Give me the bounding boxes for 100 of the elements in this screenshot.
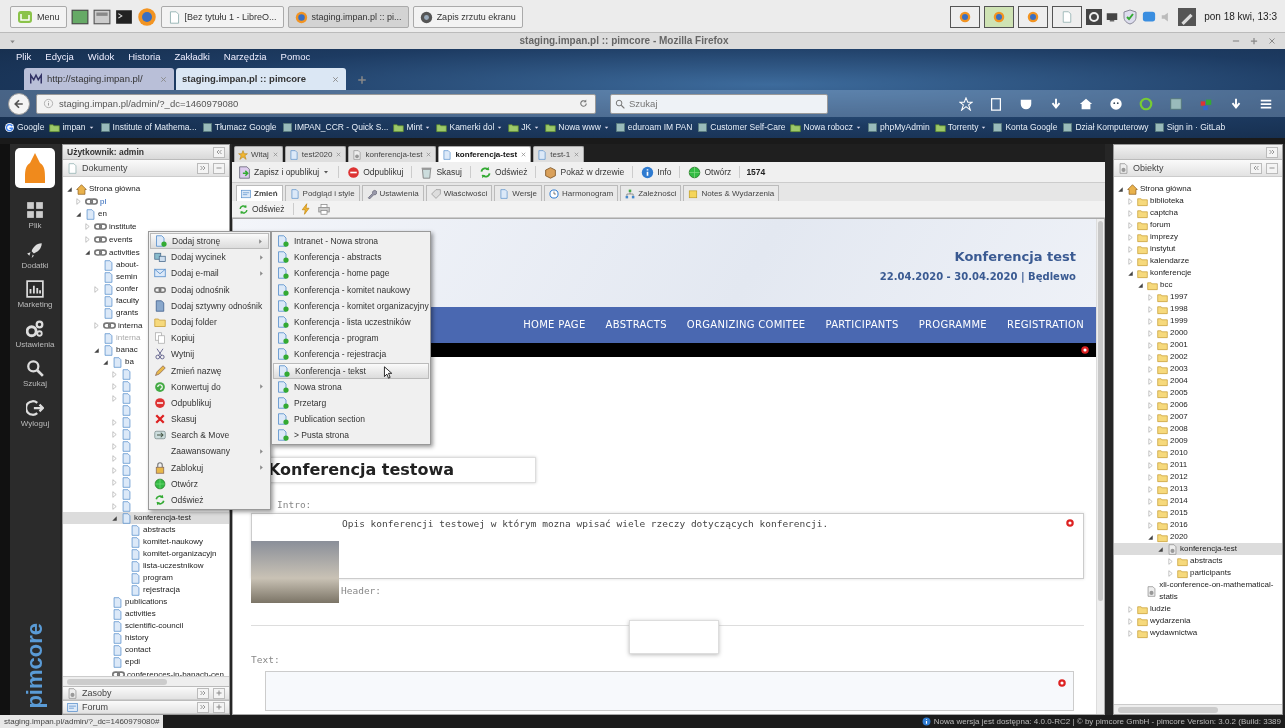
bookmark[interactable]: phpMyAdmin <box>867 122 930 133</box>
tree-row[interactable]: ba <box>63 356 136 368</box>
toolbar-button[interactable]: Zapisz i opublikuj <box>236 165 333 179</box>
browser-tab[interactable]: staging.impan.pl :: pimcore <box>176 68 346 90</box>
editor-tab[interactable]: Witaj <box>234 146 283 162</box>
tree-row[interactable]: 2009 <box>1114 435 1190 447</box>
menu-item[interactable]: Konferencja - tekst <box>273 362 429 379</box>
tree-row[interactable]: 2001 <box>1114 339 1190 351</box>
menu-item[interactable]: Edycja <box>45 50 74 63</box>
menu-item[interactable]: Search & Move <box>150 427 269 444</box>
menu-item[interactable]: Konferencja - komitet organizacyjny <box>273 297 429 314</box>
tree-row[interactable]: komitet-organizacyjn <box>63 548 219 560</box>
sidebar-button[interactable]: Plik <box>10 196 60 236</box>
tree-row[interactable]: conferences-in-banach-cen <box>63 668 226 676</box>
menu-item[interactable]: Zakładki <box>174 50 210 63</box>
tree-row[interactable]: wydarzenia <box>1114 615 1193 627</box>
tree-row[interactable]: activities <box>63 608 158 620</box>
bookmark[interactable]: Google <box>4 122 45 133</box>
toolbar-button[interactable]: Info <box>639 165 674 179</box>
bookmark[interactable]: Nowa robocz <box>790 122 863 133</box>
tree-row[interactable]: abstracts <box>63 524 178 536</box>
tree-row[interactable]: konferencja-test <box>63 512 229 524</box>
sidebar-button[interactable]: Ustawienia <box>10 314 60 355</box>
menu-item[interactable]: Narzędzia <box>223 50 267 63</box>
nav-link[interactable]: ABSTRACTS <box>605 319 667 331</box>
menu-item[interactable]: Dodaj odnośnik <box>150 281 269 298</box>
tree-row[interactable]: confer <box>63 283 141 295</box>
tree-row[interactable]: ludzie <box>1114 603 1173 615</box>
bookmark[interactable]: JK <box>508 122 541 133</box>
nav-link[interactable]: PARTICIPANTS <box>825 319 899 331</box>
bookmark[interactable]: Nowa www <box>545 122 610 133</box>
tree-row[interactable]: kalendarze <box>1114 255 1192 267</box>
menu-item[interactable]: Konwertuj do <box>150 378 269 395</box>
tree-row[interactable]: abstracts <box>1114 555 1225 567</box>
tree-row[interactable]: 2016 <box>1114 519 1190 531</box>
tree-row[interactable]: komitet-naukowy <box>63 536 206 548</box>
tree-row[interactable]: 1999 <box>1114 315 1190 327</box>
tree-row[interactable]: Strona główna <box>1114 183 1194 195</box>
tree-row[interactable]: konferencje <box>1114 267 1194 279</box>
tree-row[interactable]: 2008 <box>1114 423 1190 435</box>
menu-item[interactable]: Konferencja - rejestracja <box>273 346 429 363</box>
bookmark[interactable]: Kamerki dol <box>436 122 504 133</box>
menu-item[interactable]: Zaawansowany <box>150 443 269 460</box>
menu-item[interactable]: Dodaj folder <box>150 313 269 331</box>
editor-tab[interactable]: test2020 <box>284 146 347 162</box>
menu-item[interactable]: Wytnij <box>150 346 269 363</box>
tree-row[interactable]: semin <box>63 271 140 283</box>
tree-row[interactable]: program <box>63 572 175 584</box>
bookmark[interactable]: eduroam IM PAN <box>614 122 693 133</box>
menu-item[interactable]: Dodaj e-mail <box>150 265 269 282</box>
taskbar-window[interactable]: staging.impan.pl :: pi... <box>287 6 409 28</box>
menu-item[interactable]: Widok <box>87 50 115 63</box>
menu-item[interactable]: Zmień nazwę <box>150 362 269 379</box>
taskbar-window[interactable]: Zapis zrzutu ekranu <box>412 6 523 28</box>
tree-row[interactable]: konferencja-test <box>1114 543 1282 555</box>
editor-subtab[interactable]: Wersje <box>494 185 543 201</box>
bookmark[interactable]: IMPAN_CCR - Quick S... <box>281 122 389 133</box>
sidebar-button[interactable]: Szukaj <box>10 354 60 394</box>
tree-row[interactable]: 2020 <box>1114 531 1190 543</box>
bookmark[interactable]: Sign in · GitLab <box>1153 122 1226 133</box>
tree-row[interactable]: 2014 <box>1114 495 1190 507</box>
menu-item[interactable]: Odśwież <box>150 492 269 509</box>
tree-row[interactable]: lista-uczestnikow <box>63 560 206 572</box>
tree-row[interactable]: 1998 <box>1114 303 1190 315</box>
tree-row[interactable]: Strona główna <box>63 183 143 195</box>
address-bar[interactable]: staging.impan.pl/admin/?_dc=1460979080 <box>36 93 596 114</box>
panel-header[interactable]: Forum <box>63 700 229 714</box>
menu-item[interactable]: Konferencja - abstracts <box>273 249 429 266</box>
tree-row[interactable]: banac <box>63 344 140 356</box>
tree-row[interactable]: 2015 <box>1114 507 1190 519</box>
editor-subtab[interactable]: Właściwości <box>425 185 493 201</box>
menu-item[interactable]: Dodaj wycinek <box>150 249 269 266</box>
tree-row[interactable]: scientific-council <box>63 620 186 632</box>
editor-subtab[interactable]: Ustawienia <box>361 185 424 201</box>
editor-subtab[interactable]: Zależności <box>620 185 682 201</box>
tree-row[interactable]: activities <box>63 246 142 259</box>
tree-row[interactable]: history <box>63 632 151 644</box>
browser-tab[interactable]: http://staging.impan.pl/ <box>24 68 174 90</box>
tree-row[interactable]: interna <box>63 319 145 332</box>
tree-row[interactable]: 2010 <box>1114 447 1190 459</box>
tree-row[interactable]: 1997 <box>1114 291 1190 303</box>
bookmark[interactable]: Tłumacz Google <box>201 122 277 133</box>
panel-header[interactable]: Zasoby <box>63 686 229 700</box>
tree-row[interactable]: wydawnictwa <box>1114 627 1200 639</box>
menu-item[interactable]: Dodaj sztywny odnośnik <box>150 297 269 314</box>
tree-row[interactable]: 2003 <box>1114 363 1190 375</box>
taskbar-window[interactable]: [Bez tytułu 1 - LibreO... <box>160 6 284 28</box>
tree-row[interactable]: publications <box>63 596 170 608</box>
tree-row[interactable]: instytut <box>1114 243 1178 255</box>
tree-row[interactable]: 2005 <box>1114 387 1190 399</box>
tree-row[interactable]: forum <box>1114 219 1173 231</box>
bookmark[interactable]: Customer Self-Care <box>697 122 786 133</box>
tree-row[interactable]: en <box>63 208 109 220</box>
tree-row[interactable]: imprezy <box>1114 231 1180 243</box>
tree-row[interactable]: institute <box>63 220 139 233</box>
toolbar-button[interactable]: Skasuj <box>418 165 464 179</box>
bookmark[interactable]: Konta Google <box>992 122 1058 133</box>
toolbar-button[interactable]: Otwórz <box>686 165 734 179</box>
menu-item[interactable]: Konferencja - home page <box>273 265 429 282</box>
tree-row[interactable]: 2004 <box>1114 375 1190 387</box>
